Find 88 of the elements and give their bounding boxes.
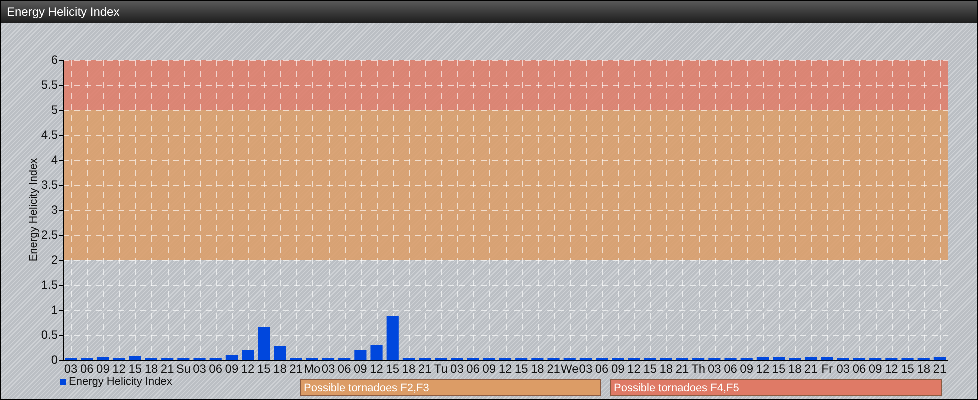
legend-label: Possible tornadoes F2,F3	[304, 382, 430, 394]
bar	[773, 357, 786, 360]
axis-tick-label: 12	[241, 362, 255, 376]
axis-tick-label: Su	[176, 362, 192, 376]
axis-tick-label: 12	[370, 362, 384, 376]
axis-tick-label: 18	[660, 362, 674, 376]
axis-tick-label: 12	[112, 362, 126, 376]
axis-tick-label: 09	[611, 362, 625, 376]
legend-label: Possible tornadoes F4,F5	[614, 382, 740, 394]
bar	[258, 328, 270, 360]
axis-tick-label: 06	[338, 362, 352, 376]
axis-tick-label: 18	[788, 362, 802, 376]
bar	[226, 355, 238, 360]
axis-tick-label: 06	[852, 362, 866, 376]
axis-tick-label: Mo	[304, 362, 321, 376]
bar	[354, 350, 367, 360]
axis-tick-label: 4.5	[41, 128, 58, 142]
axis-tick-label: Fr	[822, 362, 833, 376]
axis-tick-label: 03	[64, 362, 78, 376]
axis-tick-label: 1.5	[41, 278, 58, 292]
bar	[274, 346, 286, 360]
axis-tick-label: 21	[933, 362, 947, 376]
axis-tick-label: 09	[868, 362, 882, 376]
axis-tick-label: 21	[160, 362, 174, 376]
window-title: Energy Helicity Index	[1, 1, 977, 23]
axis-tick-label: 21	[290, 362, 303, 376]
bar	[756, 357, 769, 360]
axis-tick-label: 15	[772, 362, 786, 376]
axis-tick-label: 03	[322, 362, 336, 376]
axis-tick-label: 15	[257, 362, 271, 376]
axis-tick-label: 18	[402, 362, 416, 376]
axis-tick-label: 12	[628, 362, 641, 376]
axis-tick-label: 18	[531, 362, 544, 376]
axis-tick-label: 06	[595, 362, 609, 376]
axis-tick-label: 2	[51, 253, 58, 267]
axis-tick-label: 5	[51, 103, 58, 117]
axis-tick-label: 18	[917, 362, 931, 376]
axis-tick-label: 0.5	[41, 328, 58, 342]
axis-tick-label: 06	[466, 362, 480, 376]
axis-tick-label: We	[560, 362, 579, 376]
axis-tick-label: 03	[579, 362, 593, 376]
axis-tick-label: 3.5	[41, 178, 58, 192]
axis-tick-label: 15	[386, 362, 400, 376]
axis-tick-label: 18	[144, 362, 158, 376]
axis-tick-label: 12	[885, 362, 898, 376]
axis-tick-label: 06	[724, 362, 738, 376]
bar	[821, 357, 834, 360]
legend-swatch-icon	[60, 379, 66, 385]
axis-tick-label: 21	[676, 362, 690, 376]
axis-title: Energy Helicity Index	[28, 158, 40, 262]
axis-tick-label: 06	[80, 362, 94, 376]
axis-tick-label: Th	[692, 362, 706, 376]
axis-tick-label: 0	[51, 353, 58, 367]
bar	[386, 316, 399, 360]
axis-tick-label: 09	[354, 362, 368, 376]
axis-tick-label: 18	[274, 362, 287, 376]
bar	[370, 345, 383, 360]
axis-tick-label: 15	[901, 362, 914, 376]
axis-tick-label: 1	[51, 303, 58, 317]
axis-tick-label: 3	[51, 203, 58, 217]
bar	[97, 357, 110, 360]
axis-tick-label: 12	[756, 362, 770, 376]
bar	[805, 357, 818, 360]
bar	[129, 356, 142, 360]
axis-tick-label: 15	[128, 362, 142, 376]
axis-tick-label: 21	[418, 362, 432, 376]
axis-tick-label: 15	[644, 362, 657, 376]
axis-tick-label: 15	[514, 362, 528, 376]
legend-label: Energy Helicity Index	[69, 376, 172, 388]
bar	[934, 357, 946, 360]
axis-tick-label: 09	[482, 362, 496, 376]
axis-tick-label: 03	[450, 362, 464, 376]
axis-tick-label: 06	[209, 362, 223, 376]
axis-tick-label: 21	[547, 362, 560, 376]
axis-tick-label: 12	[498, 362, 512, 376]
axis-tick-label: 21	[804, 362, 818, 376]
axis-tick-label: 5.5	[41, 78, 58, 92]
bar	[242, 350, 254, 360]
axis-tick-label: 09	[96, 362, 110, 376]
axis-tick-label: 6	[51, 53, 58, 67]
axis-tick-label: 03	[708, 362, 722, 376]
axis-tick-label: 03	[193, 362, 206, 376]
axis-tick-label: 03	[836, 362, 850, 376]
axis-tick-label: 4	[51, 153, 58, 167]
axis-tick-label: Tu	[434, 362, 448, 376]
axis-tick-label: 2.5	[41, 228, 58, 242]
axis-tick-label: 09	[225, 362, 239, 376]
axis-tick-label: 09	[740, 362, 754, 376]
